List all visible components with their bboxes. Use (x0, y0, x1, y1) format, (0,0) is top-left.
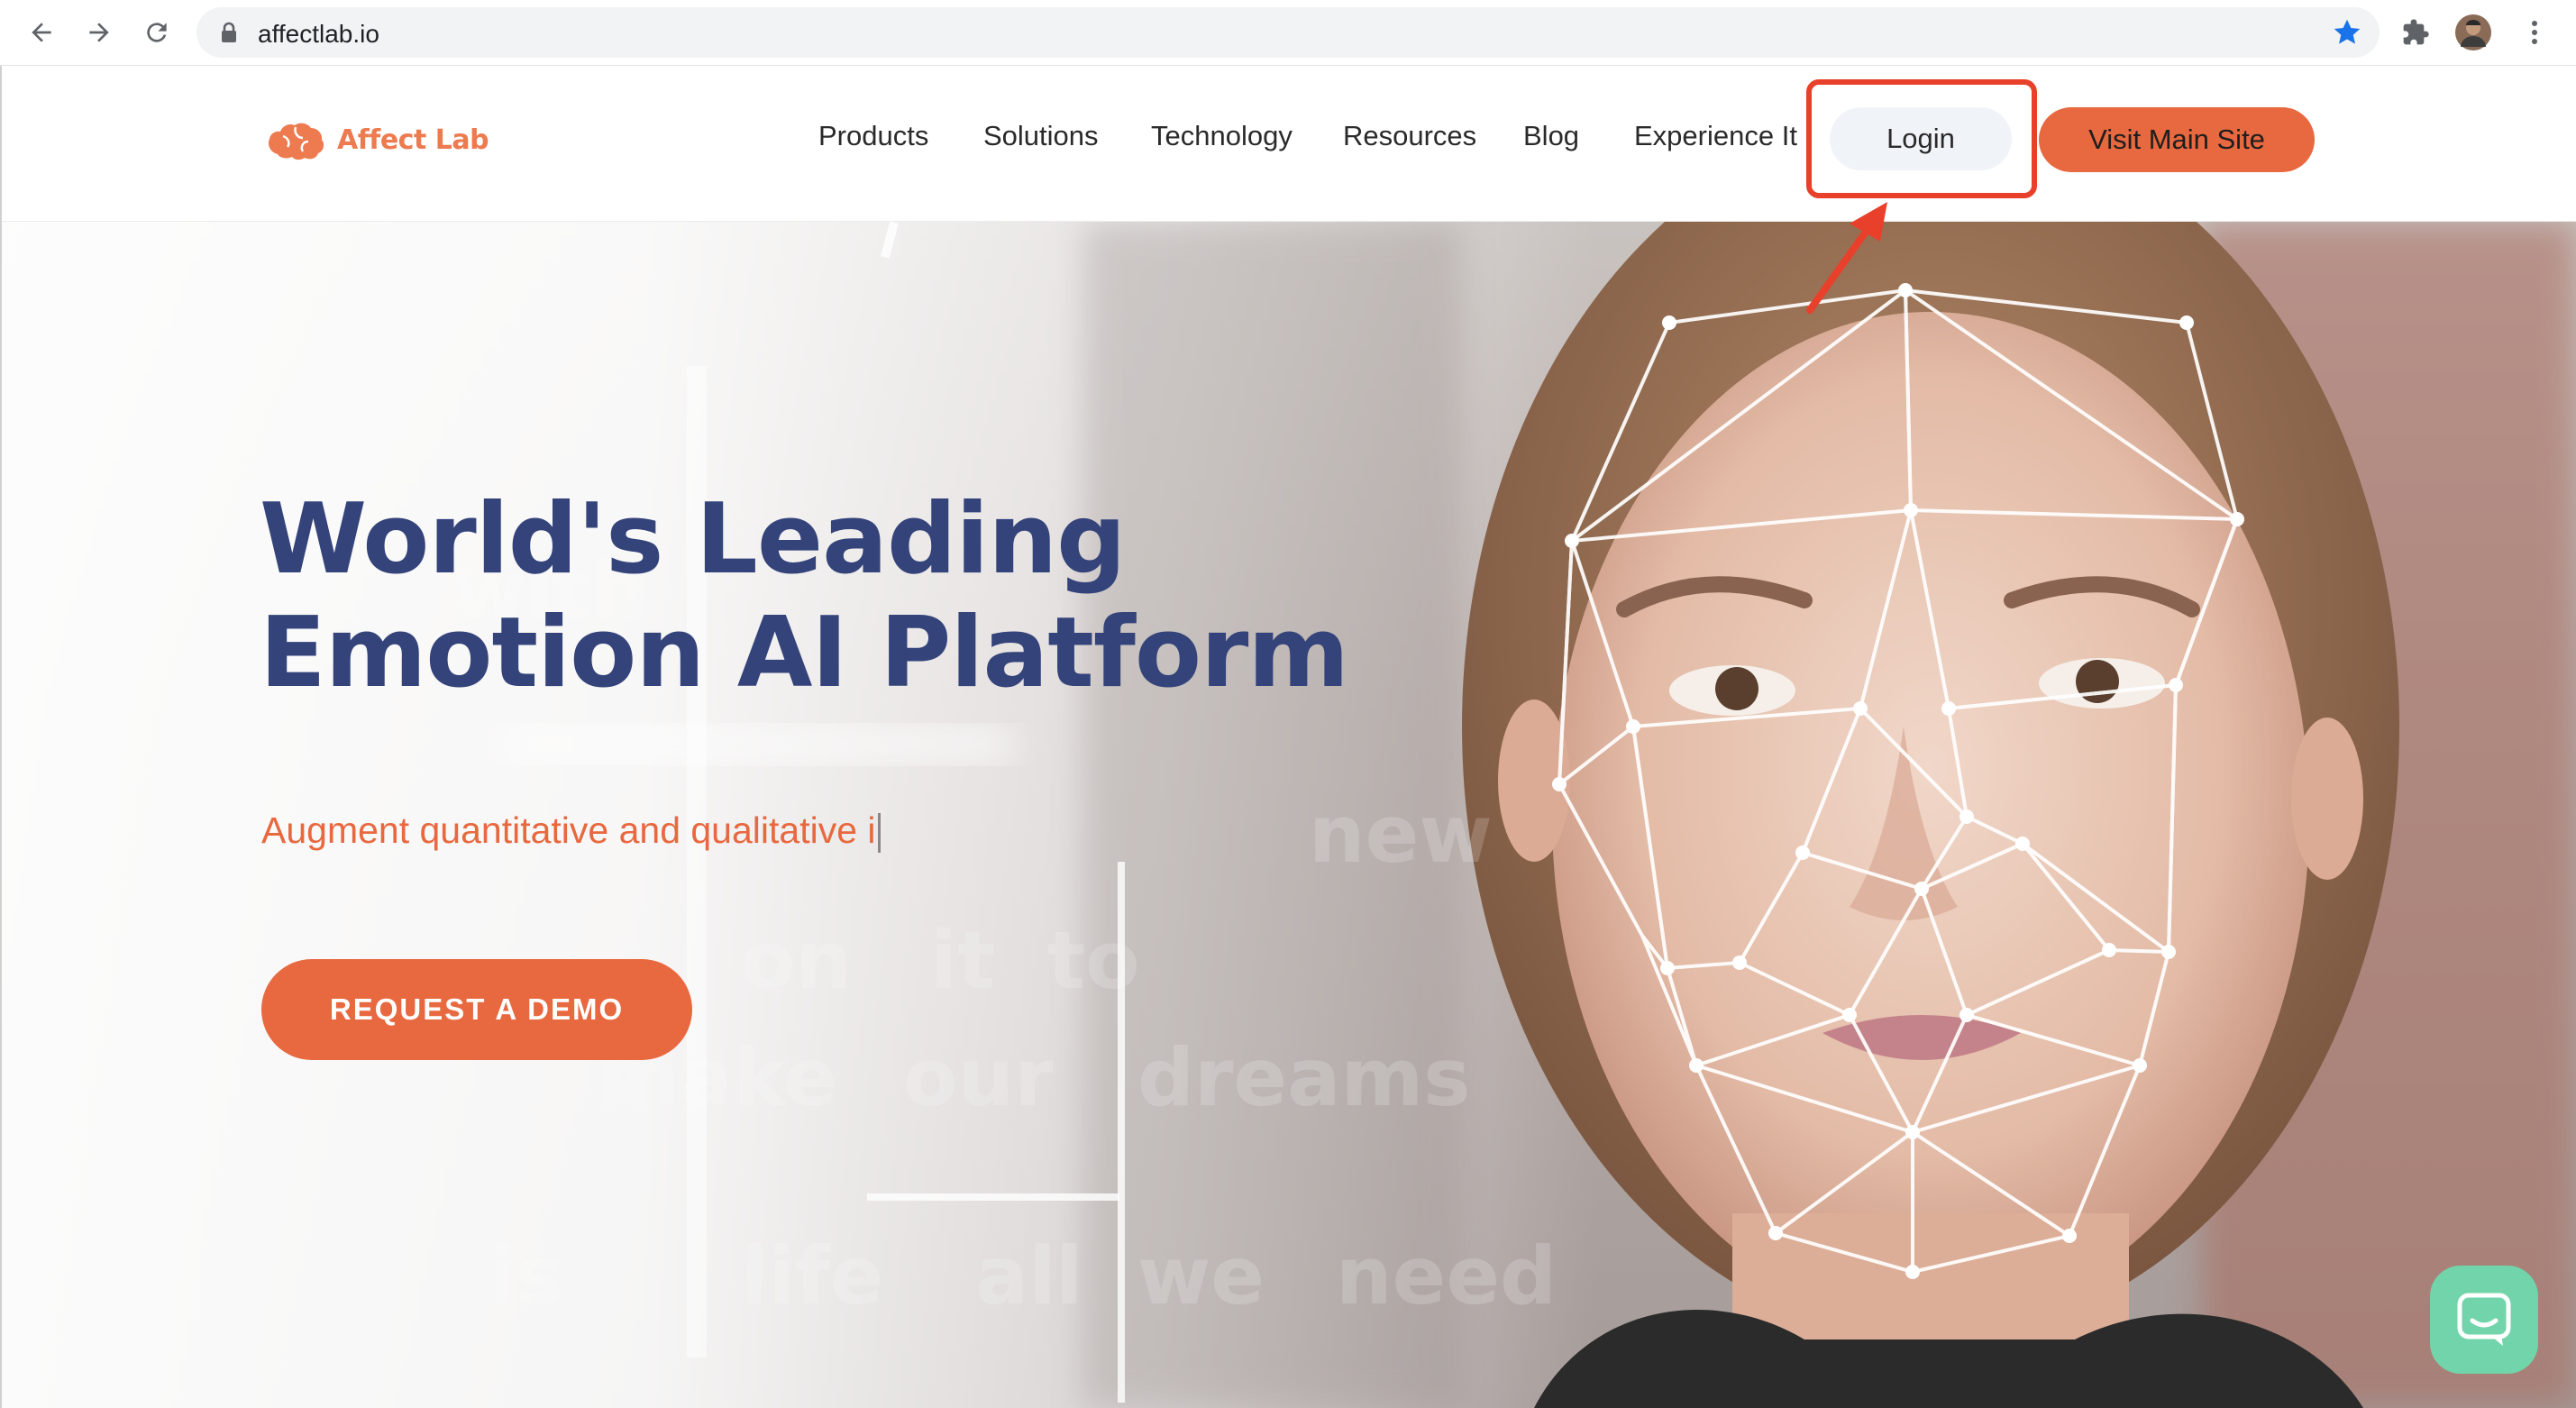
hero-title: World's Leading Emotion AI Platform (260, 483, 1349, 710)
url-text: affectlab.io (258, 20, 379, 48)
address-bar[interactable]: affectlab.io (196, 7, 2380, 58)
logo[interactable]: Affect Lab (265, 113, 489, 167)
browser-toolbar: affectlab.io (0, 0, 2576, 66)
extensions-puzzle-icon[interactable] (2396, 13, 2435, 52)
forward-arrow-icon[interactable] (79, 13, 119, 52)
nav-solutions[interactable]: Solutions (983, 120, 1099, 152)
chat-widget-button[interactable] (2430, 1266, 2538, 1374)
nav-resources[interactable]: Resources (1343, 120, 1476, 152)
svg-text:our: our (903, 1031, 1054, 1124)
annotation-arrow-icon (1806, 202, 1887, 314)
login-button[interactable]: Login (1830, 107, 2012, 170)
chat-icon (2457, 1293, 2511, 1346)
more-vert-icon[interactable] (2515, 13, 2554, 52)
visit-main-site-button[interactable]: Visit Main Site (2039, 107, 2315, 172)
svg-text:we: we (1137, 1230, 1265, 1322)
svg-text:is: is (489, 1230, 563, 1322)
nav-products[interactable]: Products (818, 120, 928, 152)
typing-caret (877, 813, 881, 854)
svg-text:all: all (975, 1230, 1083, 1322)
back-arrow-icon[interactable] (22, 13, 61, 52)
svg-text:life: life (741, 1230, 883, 1322)
hero-title-line-2: Emotion AI Platform (260, 597, 1349, 709)
svg-text:it: it (930, 914, 995, 1007)
svg-text:on: on (741, 914, 852, 1007)
logo-text: Affect Lab (337, 123, 489, 156)
hero-section: with new on it to make our dreams is lif… (2, 222, 2576, 1408)
nav-experience-it[interactable]: Experience It (1634, 120, 1797, 152)
lock-icon (220, 22, 238, 48)
hero-title-line-1: World's Leading (260, 483, 1126, 596)
nav-blog[interactable]: Blog (1523, 120, 1579, 152)
hero-subtitle: Augment quantitative and qualitative i (261, 809, 881, 854)
nav-technology[interactable]: Technology (1151, 120, 1293, 152)
profile-avatar[interactable] (2453, 13, 2493, 52)
reload-icon[interactable] (137, 13, 177, 52)
hero-subtitle-text: Augment quantitative and qualitative i (261, 809, 876, 851)
site-header: Affect Lab Products Solutions Technology… (2, 66, 2576, 222)
brain-logo-icon (269, 123, 324, 160)
face-mesh-overlay (1552, 283, 2244, 1279)
request-demo-button[interactable]: REQUEST A DEMO (261, 959, 692, 1060)
bookmark-star-icon[interactable] (2331, 16, 2363, 53)
svg-text:to: to (1047, 914, 1140, 1007)
